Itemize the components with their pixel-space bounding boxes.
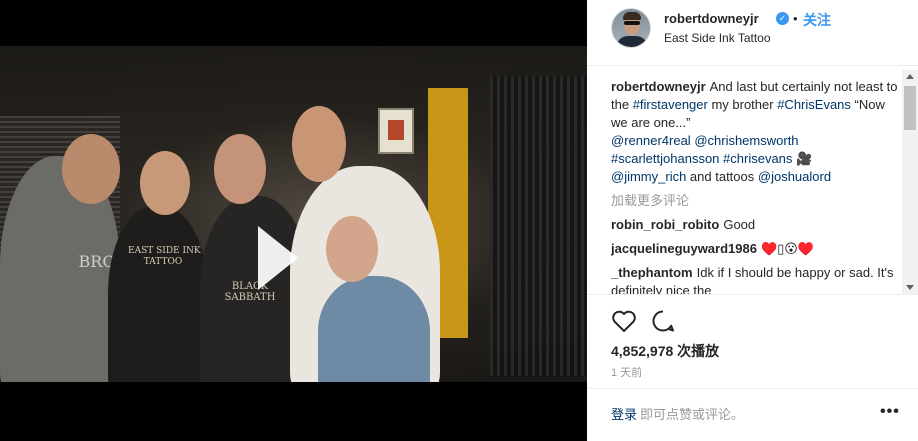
verified-badge-icon: ✓: [776, 12, 789, 25]
post-footer: 登录 即可点赞或评论。 •••: [587, 388, 918, 441]
video-player[interactable]: BRO EAST SIDE INK TATTOO BLACK SABBATH: [0, 46, 587, 382]
comment-text: Good: [723, 217, 756, 232]
caption-text: my brother: [707, 97, 778, 112]
background-blinds-right: [490, 76, 587, 376]
post-time: 1 天前: [611, 367, 643, 379]
load-more-comments-button[interactable]: 加载更多评论: [611, 192, 901, 210]
comment-item: robin_robi_robito Good: [611, 216, 901, 234]
comment-username-link[interactable]: jacquelineguyward1986: [611, 241, 757, 256]
avatar-glasses: [624, 21, 640, 25]
comment-username-link[interactable]: robin_robi_robito: [611, 217, 719, 232]
play-icon[interactable]: [258, 226, 298, 290]
more-options-icon[interactable]: •••: [880, 404, 900, 420]
follow-button[interactable]: 关注: [803, 10, 831, 30]
caption: robertdowneyjr And last but certainly not…: [611, 78, 901, 186]
heart-icon[interactable]: [611, 309, 637, 333]
hashtag-link[interactable]: #chrisevans: [723, 151, 792, 166]
comment-text: ♥️▯😮♥️: [760, 241, 815, 256]
person-1-head: [62, 134, 120, 204]
avatar-hair: [623, 12, 641, 20]
person-5: [318, 276, 430, 382]
scroll-down-arrow-icon[interactable]: [906, 285, 914, 290]
scrollbar-thumb[interactable]: [904, 86, 916, 130]
comments-list: robertdowneyjr And last but certainly not…: [611, 78, 901, 294]
comment-username-link[interactable]: _thephantom: [611, 265, 693, 280]
post-actions: 4,852,978 次播放 1 天前: [587, 294, 918, 388]
person-5-head: [326, 216, 378, 282]
wall-poster: [378, 108, 414, 154]
media-area: BRO EAST SIDE INK TATTOO BLACK SABBATH: [0, 0, 587, 441]
avatar-suit: [616, 36, 648, 47]
hashtag-link[interactable]: #scarlettjohansson: [611, 151, 719, 166]
mention-link[interactable]: @joshualord: [758, 169, 831, 184]
person-3-head: [214, 134, 266, 204]
hashtag-link[interactable]: #firstavenger: [633, 97, 708, 112]
comment-item: jacquelineguyward1986 ♥️▯😮♥️: [611, 240, 901, 258]
mention-link[interactable]: @jimmy_rich: [611, 169, 686, 184]
separator-dot: •: [793, 11, 798, 26]
person-4-head: [292, 106, 346, 182]
post-panel: robertdowneyjr ✓ • 关注 East Side Ink Tatt…: [587, 0, 918, 441]
camera-emoji: 🎥: [796, 151, 813, 166]
mention-link[interactable]: @renner4real: [611, 133, 691, 148]
comment-item: _thephantom Idk if I should be happy or s…: [611, 264, 901, 294]
login-link[interactable]: 登录: [611, 404, 637, 423]
username-link[interactable]: robertdowneyjr: [664, 11, 759, 26]
scroll-up-arrow-icon[interactable]: [906, 74, 914, 79]
post-header: robertdowneyjr ✓ • 关注 East Side Ink Tatt…: [587, 0, 918, 66]
caption-username-link[interactable]: robertdowneyjr: [611, 79, 706, 94]
person-2-shirt-text: EAST SIDE INK TATTOO: [128, 246, 201, 267]
location-link[interactable]: East Side Ink Tattoo: [664, 31, 771, 45]
person-2-head: [140, 151, 190, 215]
view-count: 4,852,978 次播放: [611, 343, 720, 359]
comment-icon[interactable]: [651, 309, 675, 333]
mention-link[interactable]: @chrishemsworth: [694, 133, 798, 148]
comments-scrollbar[interactable]: [902, 70, 918, 294]
hashtag-link[interactable]: #ChrisEvans: [777, 97, 851, 112]
login-prompt-text: 即可点赞或评论。: [640, 407, 745, 422]
person-2: [108, 206, 208, 382]
avatar[interactable]: [611, 8, 651, 48]
caption-text: and tattoos: [686, 169, 758, 184]
